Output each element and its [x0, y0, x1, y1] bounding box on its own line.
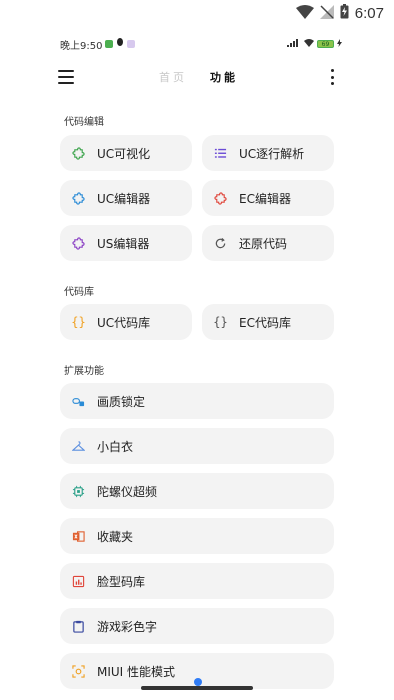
- uc-code-lib-button[interactable]: {} UC代码库: [60, 304, 192, 340]
- more-options-icon[interactable]: [328, 69, 336, 85]
- uc-line-parse-button[interactable]: UC逐行解析: [202, 135, 334, 171]
- us-editor-label: US编辑器: [97, 236, 150, 251]
- puzzle-icon: [214, 191, 227, 205]
- app-notification-icon: [127, 40, 136, 48]
- system-status-bar: 6:07: [0, 0, 394, 28]
- app-status-left: 晚上9:50: [60, 37, 136, 52]
- quality-lock-label: 画质锁定: [97, 394, 146, 409]
- gyro-overclock-label: 陀螺仪超频: [97, 484, 158, 499]
- floating-touch-dot[interactable]: [194, 678, 202, 686]
- us-editor-button[interactable]: US编辑器: [60, 225, 192, 261]
- restore-code-label: 还原代码: [239, 236, 288, 251]
- qq-notification-icon: [116, 38, 124, 50]
- tab-home[interactable]: 首页: [159, 69, 187, 85]
- list-icon: [214, 147, 227, 160]
- braces-icon: {}: [213, 315, 228, 329]
- wifi-small-icon: [304, 39, 314, 49]
- face-code-lib-label: 脸型码库: [97, 574, 146, 589]
- restore-code-button[interactable]: 还原代码: [202, 225, 334, 261]
- game-color-text-label: 游戏彩色字: [97, 619, 158, 634]
- link-lock-icon: [72, 395, 85, 408]
- quality-lock-button[interactable]: 画质锁定: [60, 383, 334, 419]
- performance-icon: [72, 664, 85, 678]
- gyro-overclock-button[interactable]: 陀螺仪超频: [60, 473, 334, 509]
- uc-editor-label: UC编辑器: [97, 191, 151, 206]
- refresh-icon: [214, 237, 227, 250]
- no-signal-icon: [319, 4, 334, 23]
- chip-icon: [72, 485, 85, 498]
- tab-function[interactable]: 功能: [210, 69, 238, 85]
- puzzle-icon: [72, 191, 85, 205]
- game-color-text-button[interactable]: 游戏彩色字: [60, 608, 334, 644]
- section-title-code-edit: 代码编辑: [64, 117, 104, 128]
- battery-indicator: 69: [317, 40, 334, 48]
- uc-code-lib-label: UC代码库: [97, 315, 151, 330]
- white-outfit-label: 小白衣: [97, 439, 134, 454]
- app-clock: 晚上9:50: [60, 40, 103, 52]
- face-code-lib-button[interactable]: 脸型码库: [60, 563, 334, 599]
- clipboard-icon: [72, 620, 85, 633]
- ec-editor-button[interactable]: EC编辑器: [202, 180, 334, 216]
- system-clock: 6:07: [354, 5, 384, 22]
- charging-bolt-icon: [337, 39, 342, 49]
- wechat-notification-icon: [105, 40, 114, 48]
- ec-code-lib-button[interactable]: {} EC代码库: [202, 304, 334, 340]
- section-title-code-lib: 代码库: [64, 287, 94, 298]
- app-screen: 晚上9:50 69 首页 功能 代码编辑 UC可视化 UC逐行解析 UC编辑器 …: [44, 28, 350, 700]
- favorites-button[interactable]: 收藏夹: [60, 518, 334, 554]
- uc-editor-button[interactable]: UC编辑器: [60, 180, 192, 216]
- favorites-label: 收藏夹: [97, 529, 134, 544]
- braces-icon: {}: [71, 315, 86, 329]
- puzzle-icon: [72, 146, 85, 160]
- uc-line-parse-label: UC逐行解析: [239, 146, 305, 161]
- signal-icon: [287, 39, 301, 49]
- uc-visualize-label: UC可视化: [97, 146, 151, 161]
- white-outfit-button[interactable]: 小白衣: [60, 428, 334, 464]
- section-title-extend: 扩展功能: [64, 366, 104, 377]
- miui-performance-label: MIUI 性能模式: [97, 664, 176, 679]
- office-icon: [72, 530, 85, 543]
- app-status-right: 69: [287, 39, 342, 49]
- system-status-icons: 6:07: [295, 4, 384, 23]
- wifi-icon: [295, 4, 314, 23]
- uc-visualize-button[interactable]: UC可视化: [60, 135, 192, 171]
- hanger-icon: [72, 440, 85, 453]
- top-toolbar: 首页 功能: [44, 60, 350, 94]
- ec-editor-label: EC编辑器: [239, 191, 291, 206]
- puzzle-icon: [72, 236, 85, 250]
- battery-charging-icon: [340, 4, 349, 23]
- hamburger-menu-icon[interactable]: [58, 70, 74, 84]
- ec-code-lib-label: EC代码库: [239, 315, 291, 330]
- gesture-navigation-bar[interactable]: [141, 686, 253, 690]
- chart-icon: [72, 575, 85, 588]
- app-status-bar: 晚上9:50 69: [44, 28, 350, 60]
